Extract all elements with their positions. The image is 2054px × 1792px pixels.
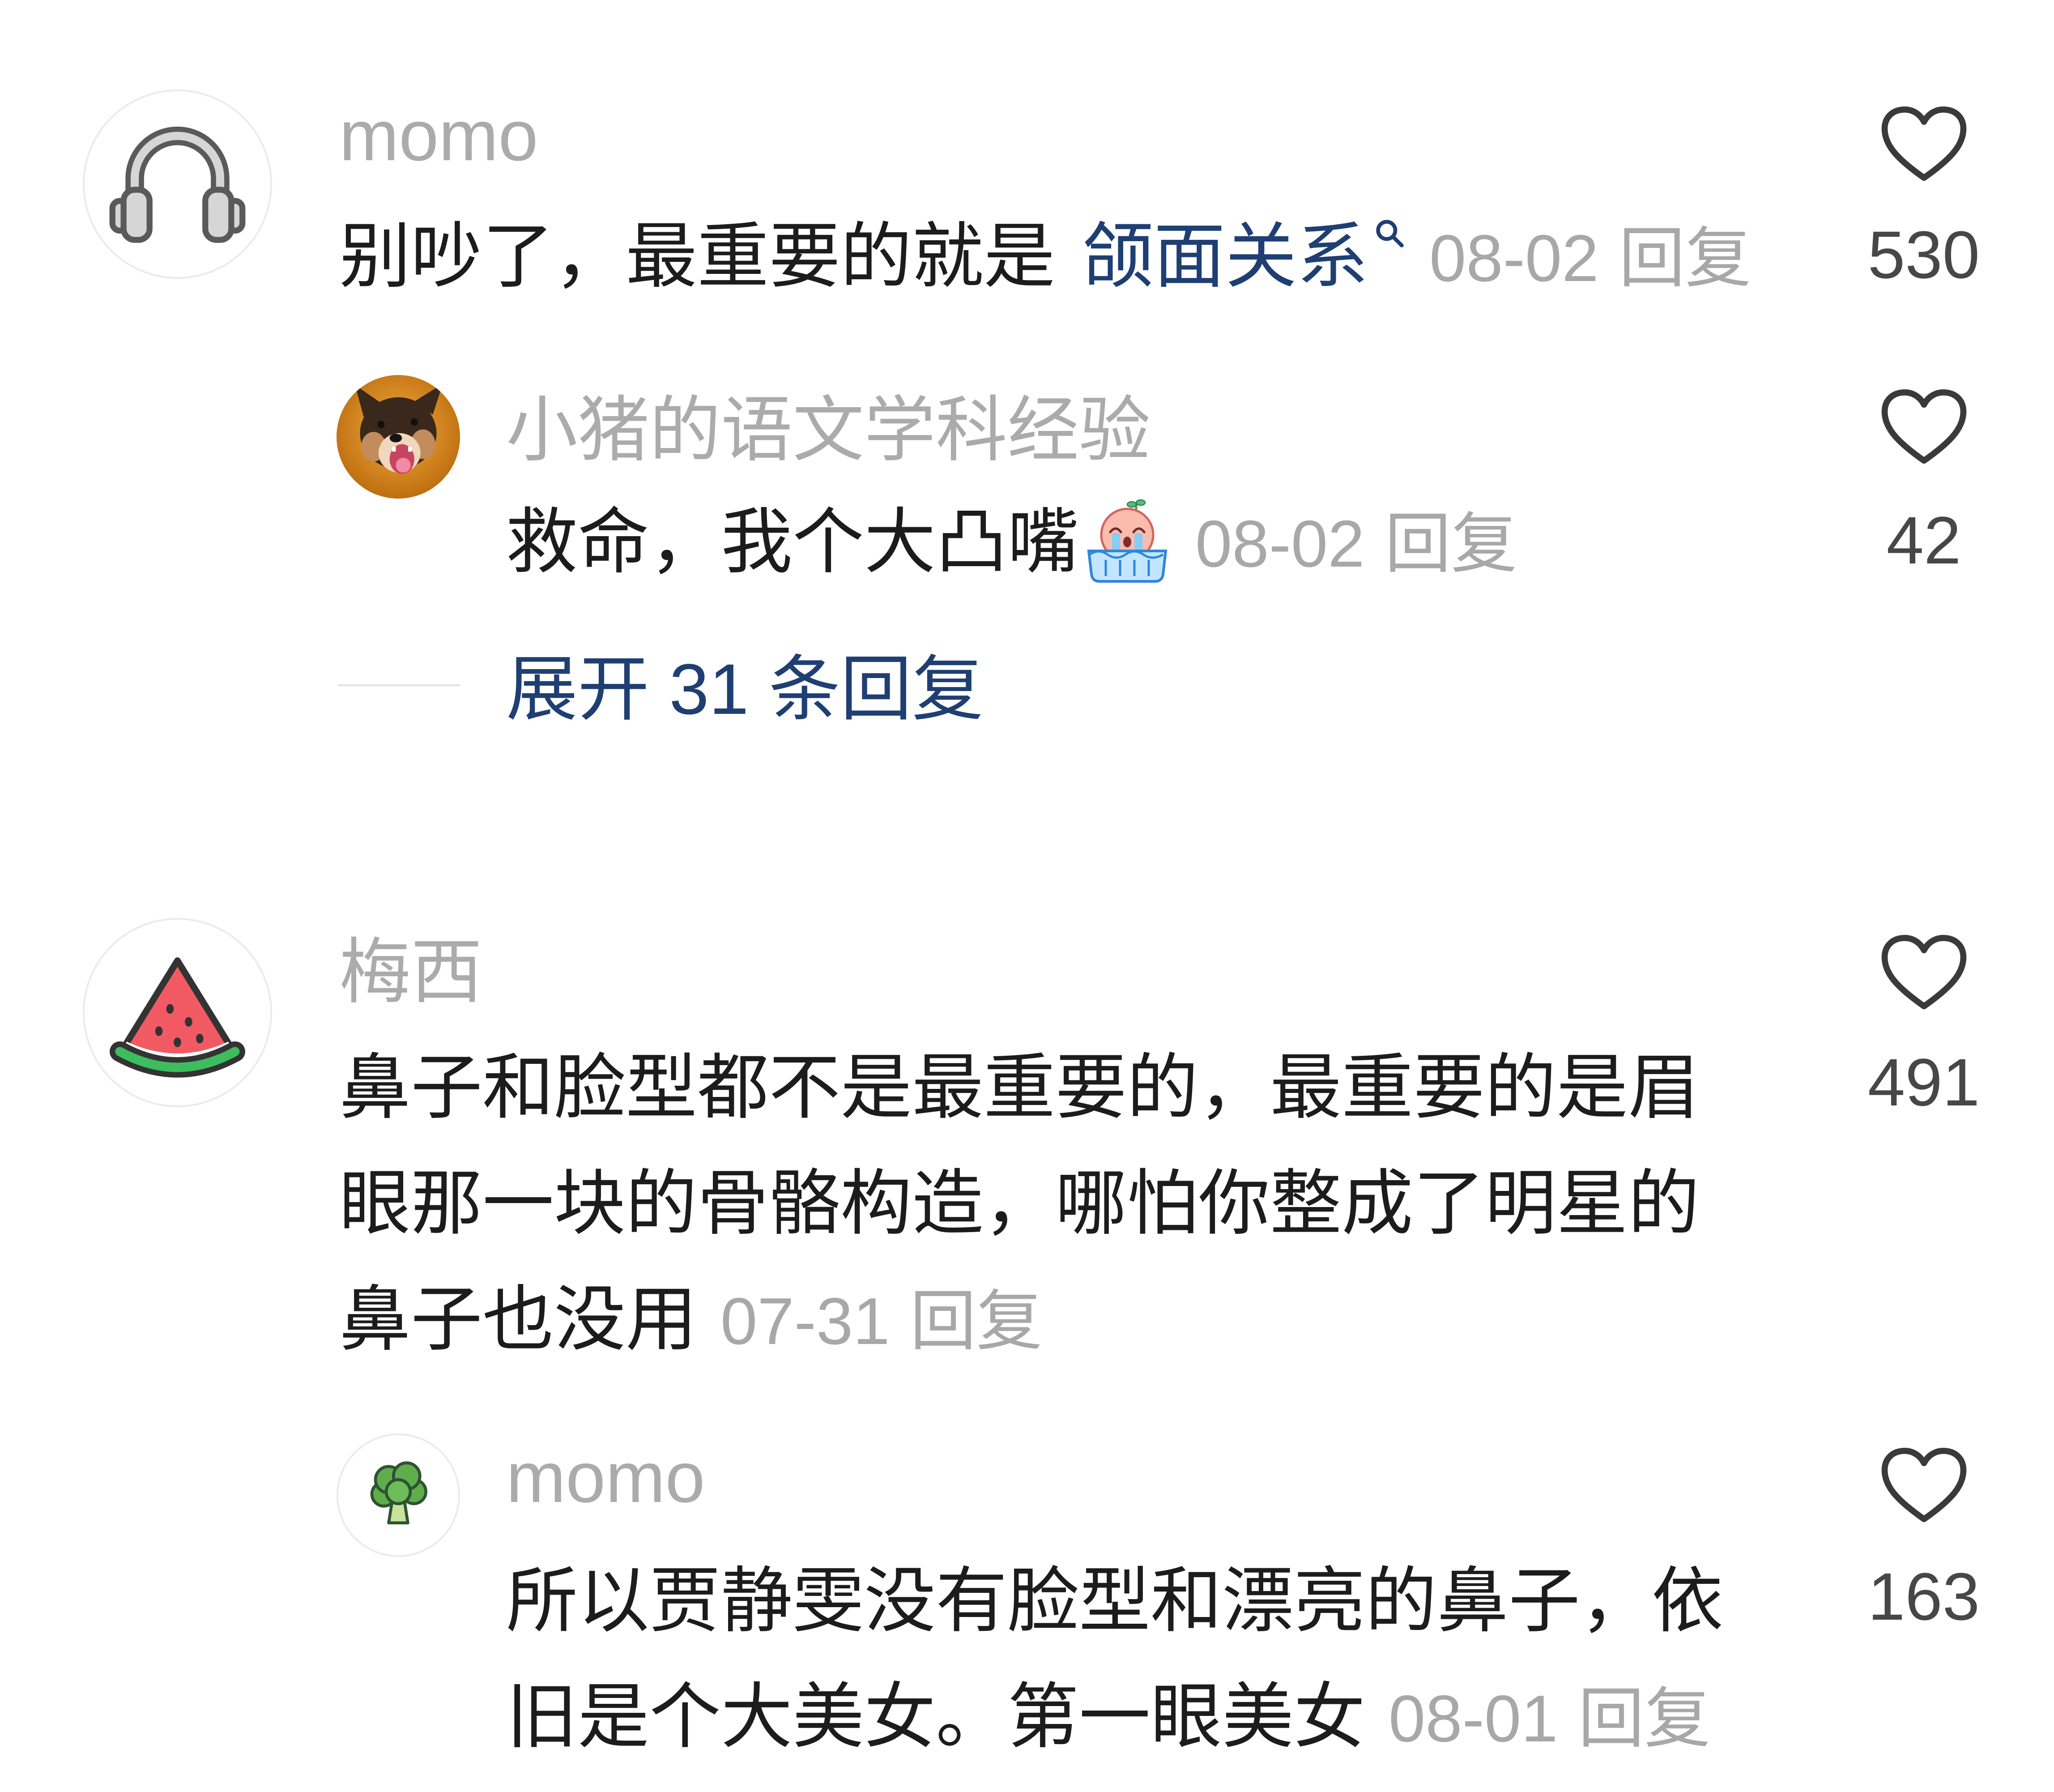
reply-body: 救命，我个大凸嘴 08-02 回复 xyxy=(506,497,1831,589)
comment-meta: 07-31 回复 xyxy=(720,1284,1043,1358)
username[interactable]: 梅西 xyxy=(339,927,482,1017)
comment-body: 别吵了，最重要的就是 颌面关系 08-02 回复 xyxy=(339,212,1834,303)
username[interactable]: momo xyxy=(339,91,538,180)
like-heart-icon[interactable] xyxy=(1880,105,1968,182)
comment-body: 鼻子和脸型都不是最重要的，最重要的是眉眼那一块的骨骼构造，哪怕你整成了明星的鼻子… xyxy=(339,1029,1726,1379)
comment-date: 07-31 xyxy=(720,1284,890,1358)
comment-date: 08-02 xyxy=(1429,222,1599,295)
comment-meta: 08-02 回复 xyxy=(1429,222,1751,295)
like-heart-icon[interactable] xyxy=(1880,388,1968,465)
avatar-dog-photo[interactable] xyxy=(337,375,460,499)
like-count: 163 xyxy=(1867,1559,1980,1634)
like-heart-icon[interactable] xyxy=(1880,934,1968,1011)
username[interactable]: 小猪的语文学科经验 xyxy=(506,385,1151,475)
reply-date: 08-02 xyxy=(1195,507,1365,581)
reply-body: 所以贾静雯没有脸型和漂亮的鼻子，依旧是个大美女。第一眼美女 08-01 回复 xyxy=(506,1543,1741,1777)
reply-meta: 08-01 回复 xyxy=(1389,1682,1711,1756)
headphones-icon xyxy=(109,126,246,243)
reply-button[interactable]: 回复 xyxy=(1578,1682,1711,1756)
search-icon[interactable] xyxy=(1374,218,1406,250)
dog-photo-avatar xyxy=(337,375,460,499)
reply-button[interactable]: 回复 xyxy=(1619,222,1751,295)
watermelon-icon xyxy=(110,957,245,1078)
reply-button[interactable]: 回复 xyxy=(910,1284,1043,1358)
expand-replies-button[interactable]: 展开 31 条回复 xyxy=(506,644,984,734)
avatar-broccoli-icon[interactable] xyxy=(337,1434,460,1557)
like-count: 491 xyxy=(1867,1045,1980,1120)
like-count: 42 xyxy=(1886,503,1961,578)
avatar-watermelon-icon[interactable] xyxy=(83,918,272,1107)
broccoli-icon xyxy=(370,1461,427,1524)
reply-text: 救命，我个大凸嘴 xyxy=(506,502,1079,582)
reply-button[interactable]: 回复 xyxy=(1385,507,1517,581)
topic-link[interactable]: 颌面关系 xyxy=(1082,216,1368,296)
avatar-headphones-icon[interactable] xyxy=(83,90,272,279)
crying-in-tub-emoji xyxy=(1087,499,1168,583)
like-count: 530 xyxy=(1867,217,1980,292)
username[interactable]: momo xyxy=(506,1433,705,1522)
comment-text: 别吵了，最重要的就是 xyxy=(339,216,1056,296)
reply-meta: 08-02 回复 xyxy=(1195,507,1517,581)
expand-divider xyxy=(338,684,460,686)
reply-date: 08-01 xyxy=(1389,1682,1558,1756)
like-heart-icon[interactable] xyxy=(1880,1446,1968,1523)
